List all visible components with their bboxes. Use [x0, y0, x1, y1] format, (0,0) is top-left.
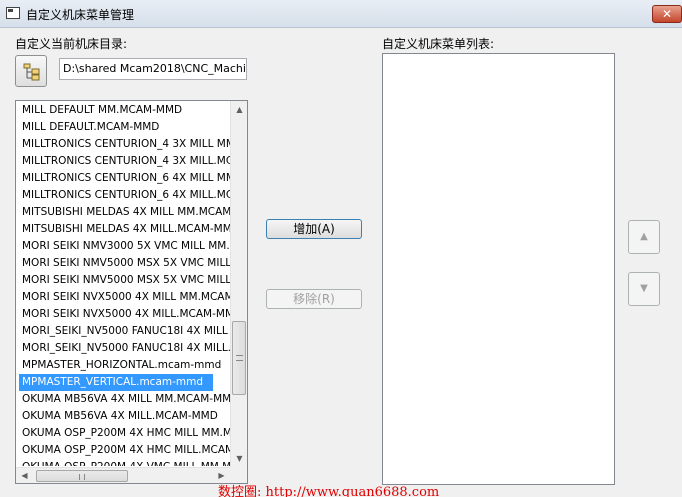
list-item[interactable]: MITSUBISHI MELDAS 4X MILL MM.MCAM-MMD: [16, 204, 230, 221]
scroll-up-icon[interactable]: ▲: [231, 101, 247, 118]
up-arrow-icon: ▲: [640, 231, 648, 242]
browse-directory-button[interactable]: [15, 55, 47, 87]
list-item[interactable]: MORI_SEIKI_NV5000 FANUC18I 4X MILL.MCAM-…: [16, 340, 230, 357]
add-button-label: 增加: [293, 222, 318, 236]
scroll-left-icon[interactable]: ◀: [16, 468, 33, 483]
list-item[interactable]: OKUMA MB56VA 4X MILL MM.MCAM-MMD: [16, 391, 230, 408]
list-item[interactable]: OKUMA MB56VA 4X MILL.MCAM-MMD: [16, 408, 230, 425]
list-item[interactable]: MILL DEFAULT.MCAM-MMD: [16, 119, 230, 136]
machine-list-items: MILL DEFAULT MM.MCAM-MMD MILL DEFAULT.MCA…: [16, 102, 230, 466]
list-item[interactable]: OKUMA OSP_P200M 4X VMC MILL MM.MCAM-MMD: [16, 459, 230, 466]
window-title: 自定义机床菜单管理: [26, 8, 135, 22]
close-button[interactable]: ✕: [652, 5, 682, 23]
move-down-button[interactable]: ▼: [628, 272, 660, 306]
list-item[interactable]: MORI_SEIKI_NV5000 FANUC18I 4X MILL MM.MC…: [16, 323, 230, 340]
title-bar: 自定义机床菜单管理 ✕: [0, 0, 682, 28]
list-item[interactable]: MITSUBISHI MELDAS 4X MILL.MCAM-MMD: [16, 221, 230, 238]
list-item[interactable]: MILL DEFAULT MM.MCAM-MMD: [16, 102, 230, 119]
available-machines-list[interactable]: MILL DEFAULT MM.MCAM-MMD MILL DEFAULT.MCA…: [15, 100, 248, 484]
scroll-down-icon[interactable]: ▼: [231, 450, 247, 467]
move-up-button[interactable]: ▲: [628, 220, 660, 254]
list-item[interactable]: MILLTRONICS CENTURION_6 4X MILL MM.MCAM-…: [16, 170, 230, 187]
list-item[interactable]: OKUMA OSP_P200M 4X HMC MILL MM.MCAM-MMD: [16, 425, 230, 442]
remove-button-accelerator: (R): [317, 292, 335, 306]
list-item[interactable]: MPMASTER_HORIZONTAL.mcam-mmd: [16, 357, 230, 374]
custom-menu-list-label: 自定义机床菜单列表:: [382, 37, 495, 51]
remove-button[interactable]: 移除(R): [266, 289, 362, 309]
folder-tree-icon: [23, 63, 40, 81]
horizontal-scroll-thumb[interactable]: [36, 470, 128, 482]
vertical-scroll-thumb[interactable]: [232, 321, 246, 395]
directory-path-field[interactable]: D:\shared Mcam2018\CNC_Machines\: [59, 58, 247, 80]
remove-button-label: 移除: [293, 292, 318, 306]
list-item[interactable]: MILLTRONICS CENTURION_4 3X MILL.MCAM-MMD: [16, 153, 230, 170]
current-directory-label: 自定义当前机床目录:: [15, 37, 128, 51]
app-icon: [6, 7, 20, 19]
list-item[interactable]: MILLTRONICS CENTURION_6 4X MILL.MCAM-MMD: [16, 187, 230, 204]
list-item[interactable]: MORI SEIKI NMV5000 MSX 5X VMC MILL.mcam-…: [16, 272, 230, 289]
down-arrow-icon: ▼: [640, 283, 648, 294]
custom-menu-list[interactable]: [382, 53, 615, 485]
list-item[interactable]: MORI SEIKI NMV5000 MSX 5X VMC MILL MM.mc…: [16, 255, 230, 272]
list-item[interactable]: MILLTRONICS CENTURION_4 3X MILL MM.MCAM-…: [16, 136, 230, 153]
list-item[interactable]: MORI SEIKI NMV3000 5X VMC MILL MM.mcam-m…: [16, 238, 230, 255]
list-item[interactable]: OKUMA OSP_P200M 4X HMC MILL.MCAM-MMD: [16, 442, 230, 459]
list-item[interactable]: MPMASTER_VERTICAL.mcam-mmd: [19, 374, 213, 391]
add-button-accelerator: (A): [317, 222, 335, 236]
vertical-scrollbar[interactable]: ▲ ▼: [230, 101, 247, 467]
list-item[interactable]: MORI SEIKI NVX5000 4X MILL MM.MCAM-MMD: [16, 289, 230, 306]
add-button[interactable]: 增加(A): [266, 219, 362, 239]
horizontal-scrollbar[interactable]: ◀ ▶: [16, 467, 230, 483]
watermark-text: 数控圈: http://www.quan6688.com: [218, 485, 440, 497]
list-item[interactable]: MORI SEIKI NVX5000 4X MILL.MCAM-MMD: [16, 306, 230, 323]
